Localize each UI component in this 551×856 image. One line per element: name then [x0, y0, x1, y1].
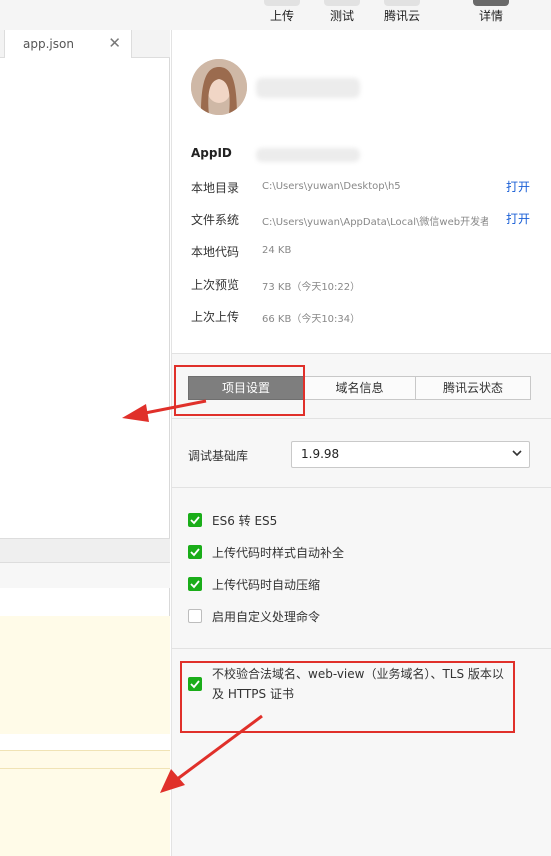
debug-panel-toolbar [0, 562, 170, 588]
top-toolbar: 上传 测试 腾讯云 详情 [0, 0, 551, 30]
upload-label: 上传 [269, 9, 294, 23]
last-preview-label: 上次预览 [191, 278, 240, 292]
option-label: ES6 转 ES5 [212, 514, 278, 528]
details-panel: AppID 本地目录 C:\Users\yuwan\Desktop\h5 打开 … [171, 30, 551, 856]
open-local-dir-link[interactable]: 打开 [506, 178, 530, 195]
details-label: 详情 [478, 9, 503, 23]
local-code-label: 本地代码 [191, 245, 240, 259]
last-upload-value: 66 KB（今天10:34） [262, 314, 361, 325]
local-dir-label: 本地目录 [191, 181, 240, 195]
settings-tabs: 项目设置 域名信息 腾讯云状态 [172, 355, 551, 419]
filesystem-value: C:\Users\yuwan\AppData\Local\微信web开发者工..… [262, 217, 488, 228]
base-library-select[interactable]: 1.9.98 [291, 441, 530, 468]
upload-button[interactable]: 上传 [262, 0, 302, 30]
upload-icon [264, 0, 300, 6]
option-label: 不校验合法域名、web-view（业务域名）、TLS 版本以及 HTTPS 证书 [212, 667, 504, 701]
editor-tab-bar: app.json ✕ [0, 30, 170, 58]
debug-panel-header [0, 538, 170, 562]
last-upload-label: 上次上传 [191, 310, 240, 324]
editor-tab-app-json[interactable]: app.json ✕ [4, 30, 132, 58]
open-filesystem-link[interactable]: 打开 [506, 210, 530, 227]
blurred-project-name [256, 78, 360, 98]
checkbox-checked[interactable] [188, 513, 202, 527]
chevron-down-icon [512, 450, 522, 457]
blurred-appid [256, 148, 360, 162]
checkbox-checked[interactable] [188, 577, 202, 591]
avatar [191, 59, 247, 115]
editor-tab-label: app.json [23, 37, 74, 51]
tencent-cloud-button[interactable]: 腾讯云 [380, 0, 424, 30]
local-code-value: 24 KB [262, 245, 292, 256]
project-info: AppID 本地目录 C:\Users\yuwan\Desktop\h5 打开 … [172, 30, 551, 354]
console-divider [0, 768, 170, 769]
tab-project-settings[interactable]: 项目设置 [188, 376, 304, 400]
test-label: 测试 [329, 9, 354, 23]
tab-tencent-cloud-status[interactable]: 腾讯云状态 [415, 376, 531, 400]
editor-area: app.json ✕ [0, 30, 170, 856]
option-label: 启用自定义处理命令 [212, 610, 321, 624]
checkbox-checked[interactable] [188, 545, 202, 559]
base-library-value: 1.9.98 [301, 447, 340, 461]
option-label: 上传代码时样式自动补全 [212, 546, 345, 560]
console-row [0, 734, 170, 750]
close-icon[interactable]: ✕ [108, 34, 121, 52]
console-divider [0, 750, 170, 751]
tencent-cloud-icon [384, 0, 420, 6]
test-button[interactable]: 测试 [322, 0, 362, 30]
console-area [0, 616, 170, 856]
option-label: 上传代码时自动压缩 [212, 578, 321, 592]
base-library-label: 调试基础库 [188, 449, 249, 463]
compile-options: ES6 转 ES5 上传代码时样式自动补全 上传代码时自动压缩 启用自定义处理命… [172, 489, 551, 649]
tencent-cloud-label: 腾讯云 [383, 9, 420, 23]
filesystem-label: 文件系统 [191, 213, 240, 227]
test-icon [324, 0, 360, 6]
checkbox-checked[interactable] [188, 677, 202, 691]
tab-domain-info[interactable]: 域名信息 [303, 376, 416, 400]
last-preview-value: 73 KB（今天10:22） [262, 282, 361, 293]
checkbox-unchecked[interactable] [188, 609, 202, 623]
local-dir-value: C:\Users\yuwan\Desktop\h5 [262, 181, 401, 192]
details-button[interactable]: 详情 [471, 0, 511, 30]
appid-label: AppID [191, 146, 232, 160]
details-icon [473, 0, 509, 6]
base-library-section: 调试基础库 1.9.98 [172, 420, 551, 488]
